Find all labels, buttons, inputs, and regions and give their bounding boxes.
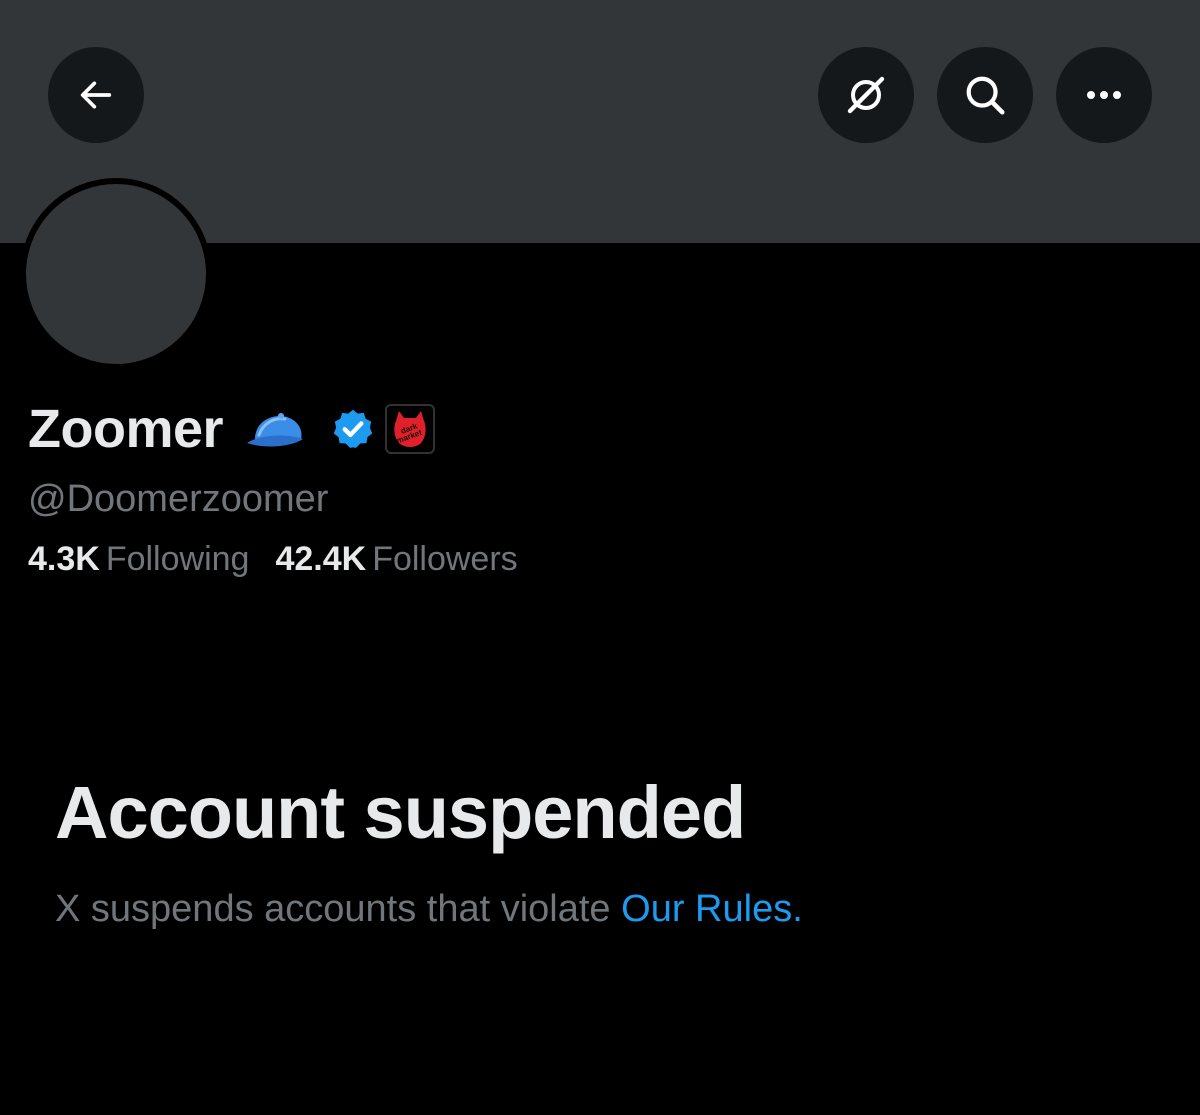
suspension-title: Account suspended xyxy=(55,771,746,854)
dark-market-logo-icon: dark market xyxy=(394,411,426,447)
following-count: 4.3K xyxy=(28,540,100,578)
follow-stats: 4.3K Following 42.4K Followers xyxy=(28,540,518,579)
blue-cap-icon xyxy=(247,413,304,447)
profile-name-row: Zoomer dark market xyxy=(28,398,436,460)
affiliate-badge[interactable]: dark market xyxy=(385,404,436,454)
display-name: Zoomer xyxy=(28,399,224,459)
followers-label: Followers xyxy=(372,540,518,578)
grok-icon xyxy=(847,76,885,114)
verified-badge-icon xyxy=(333,409,373,448)
more-options-button[interactable] xyxy=(1056,47,1152,143)
followers-count: 42.4K xyxy=(275,540,367,578)
back-arrow-icon xyxy=(80,81,112,109)
user-handle: @Doomerzoomer xyxy=(28,478,329,520)
back-button[interactable] xyxy=(48,47,144,143)
following-label: Following xyxy=(105,540,250,578)
our-rules-link[interactable]: Our Rules xyxy=(621,888,792,930)
suspension-message-text: X suspends accounts that violate xyxy=(55,888,611,930)
more-icon xyxy=(1087,91,1121,99)
suspension-trailing-period: . xyxy=(792,888,803,930)
search-icon xyxy=(966,76,1005,115)
following-link[interactable]: 4.3K Following xyxy=(28,540,249,579)
grok-button[interactable] xyxy=(818,47,914,143)
avatar[interactable] xyxy=(20,178,212,370)
followers-link[interactable]: 42.4K Followers xyxy=(275,540,517,579)
search-button[interactable] xyxy=(937,47,1033,143)
suspension-message: X suspends accounts that violate Our Rul… xyxy=(55,888,803,931)
